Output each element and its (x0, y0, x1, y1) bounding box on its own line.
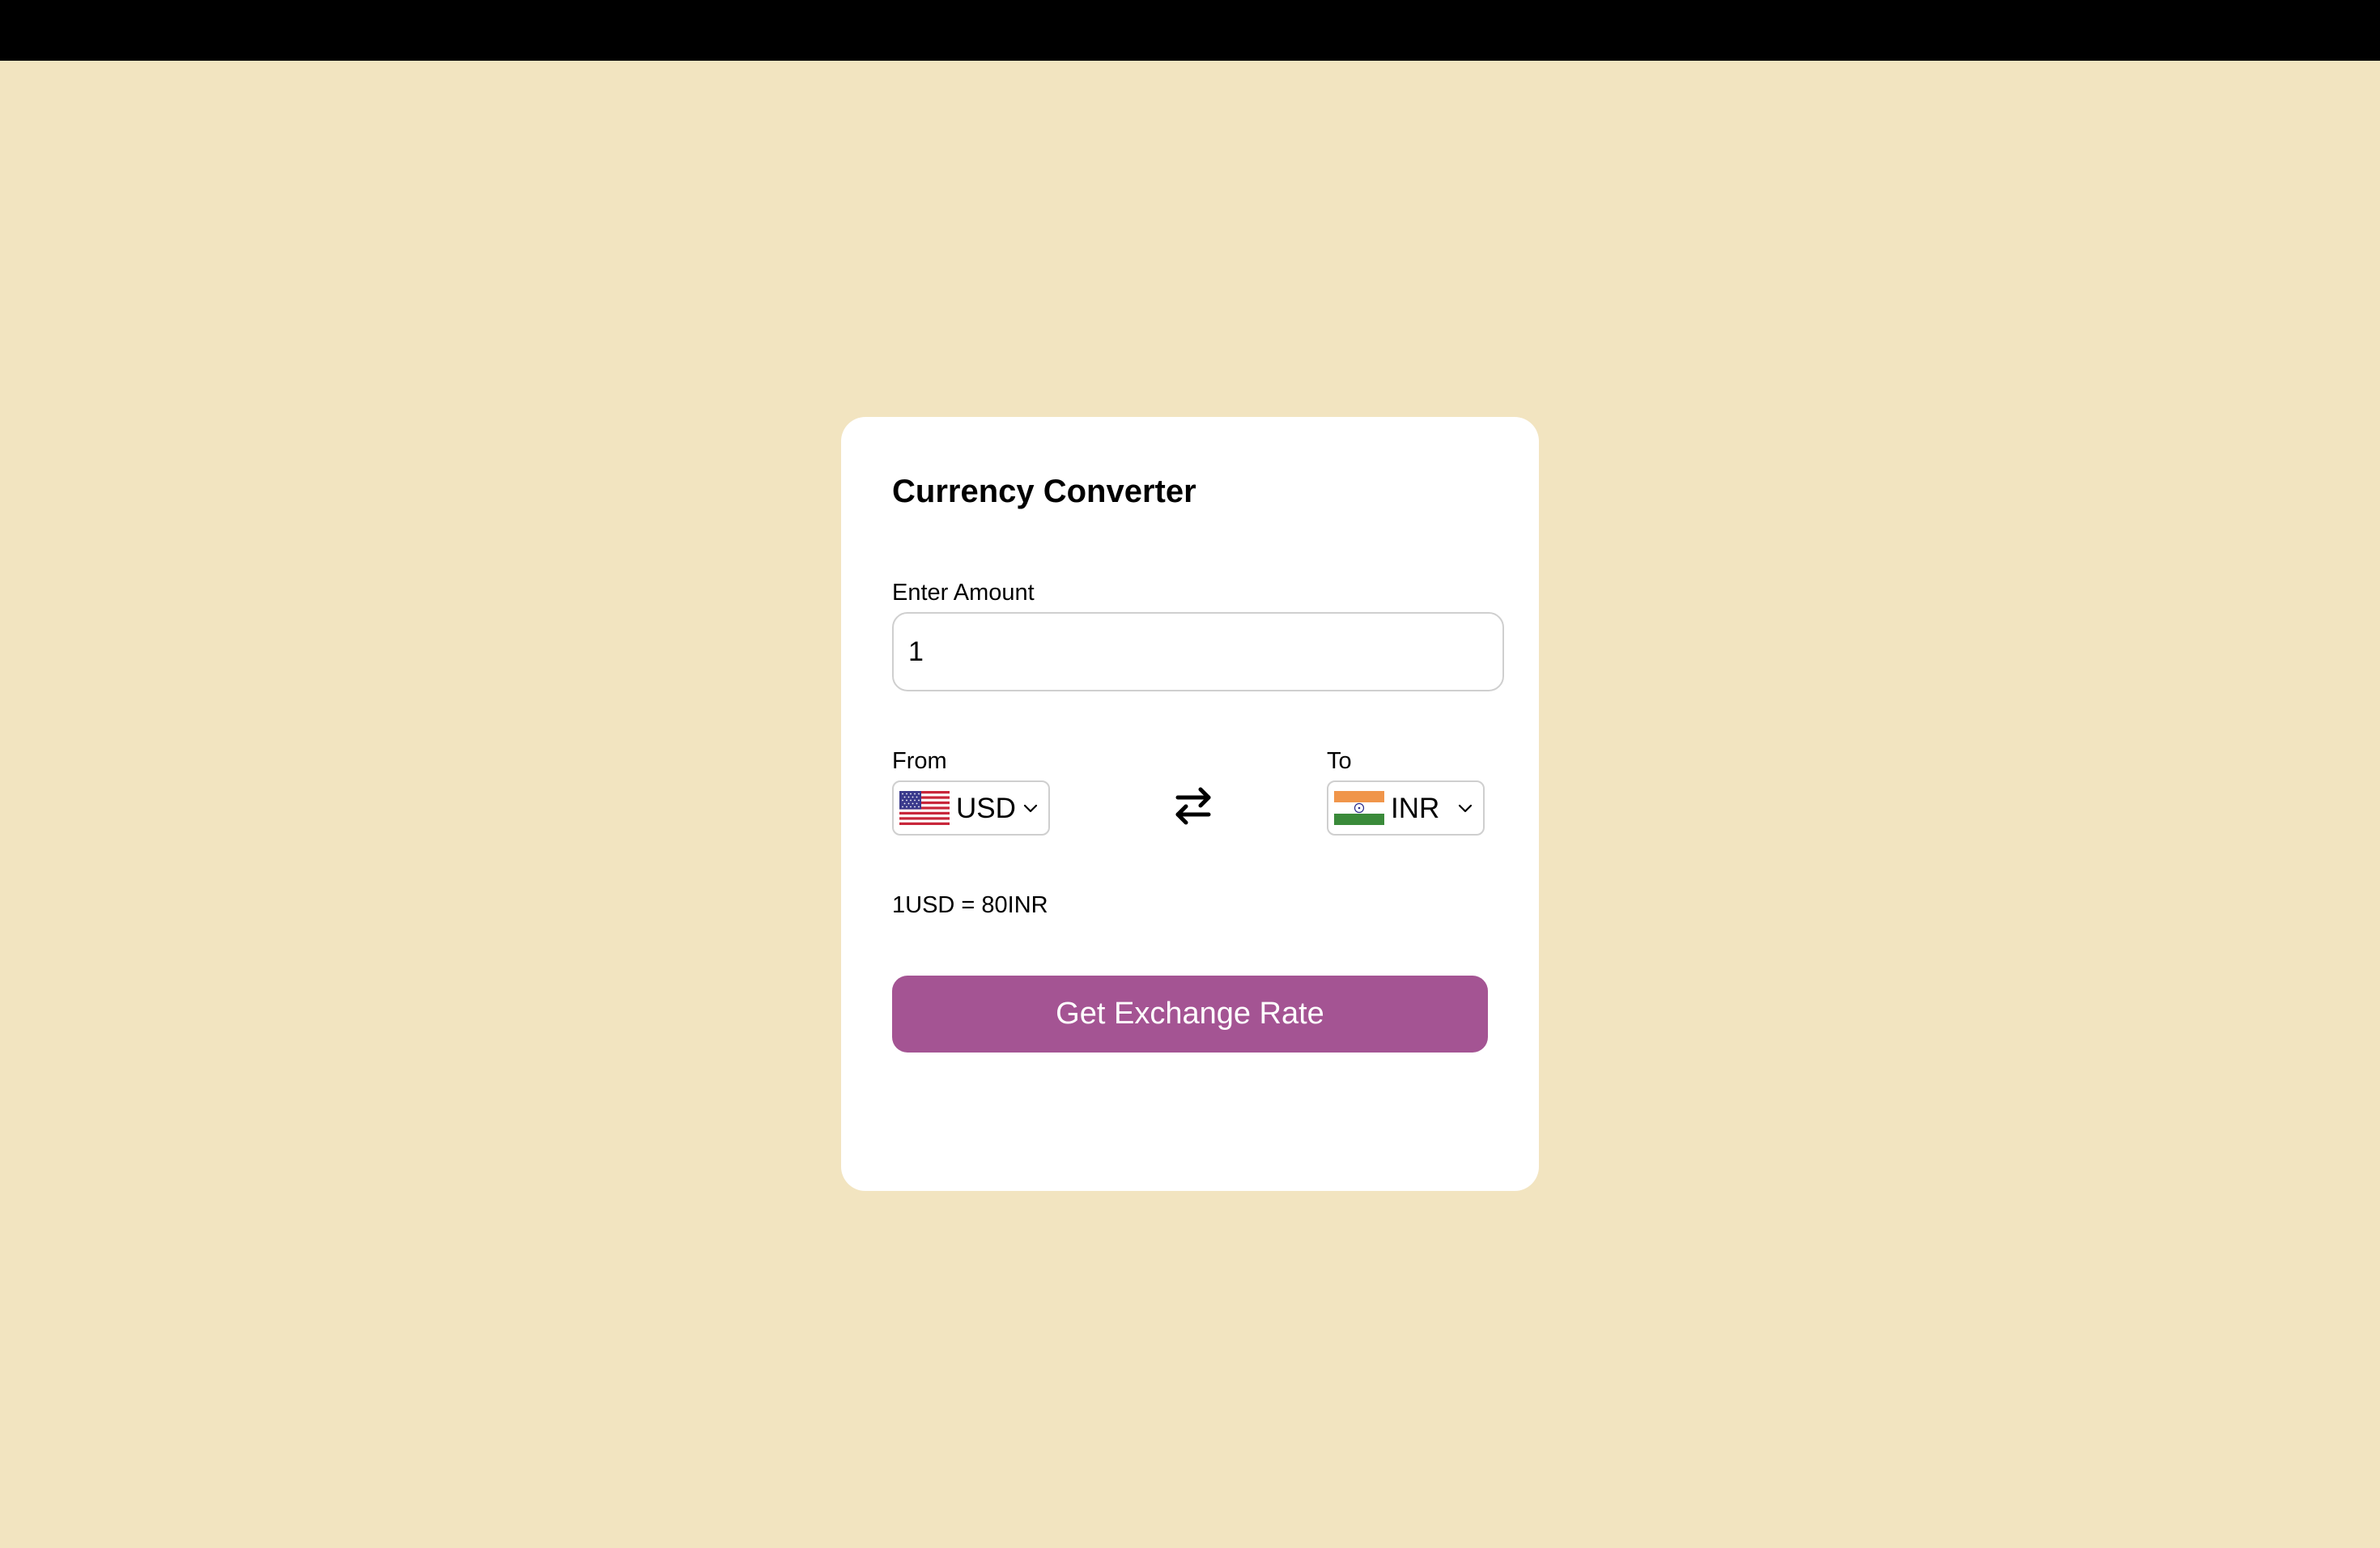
chevron-down-icon (1023, 804, 1038, 813)
us-flag-icon (899, 791, 950, 825)
get-exchange-rate-button[interactable]: Get Exchange Rate (892, 976, 1488, 1053)
to-label: To (1327, 748, 1352, 774)
page-title: Currency Converter (892, 474, 1196, 509)
converter-card: Currency Converter Enter Amount From USD (841, 417, 1539, 1191)
swap-arrows-icon[interactable] (1169, 781, 1218, 830)
chevron-down-icon (1458, 804, 1473, 813)
from-label: From (892, 748, 947, 774)
amount-input[interactable] (892, 612, 1504, 691)
top-bar (0, 0, 2380, 61)
from-currency-code: USD (956, 792, 1016, 824)
from-currency-select[interactable]: USD (892, 780, 1050, 836)
india-flag-icon (1334, 791, 1384, 825)
exchange-rate-result: 1USD = 80INR (892, 892, 1048, 918)
to-currency-select[interactable]: INR (1327, 780, 1485, 836)
to-currency-code: INR (1391, 792, 1440, 824)
amount-label: Enter Amount (892, 580, 1035, 606)
